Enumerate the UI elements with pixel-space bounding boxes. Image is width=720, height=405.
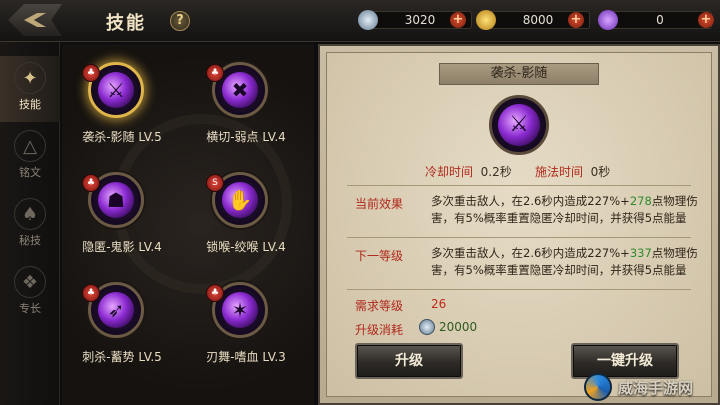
nav-tab-secret[interactable]: ♠ 秘技 [0, 192, 60, 258]
back-button[interactable] [8, 4, 62, 36]
upgrade-cost: 20000 [419, 319, 477, 335]
charged-stab-icon: ➶ [98, 292, 134, 328]
skill-type-badge: S [206, 174, 224, 192]
shadow-strike-icon: ⚔ [498, 104, 540, 146]
skill-slot-4[interactable]: ✋ S 锁喉-绞喉 LV.4 [186, 172, 306, 272]
help-button[interactable]: ? [170, 11, 190, 31]
add-gold-button[interactable]: + [568, 12, 584, 28]
skill-name: 隐匿-鬼影 LV.4 [82, 240, 162, 254]
back-arrow-icon [24, 13, 46, 27]
nav-tab-label: 铭文 [19, 166, 41, 179]
skill-name: 刺杀-蓄势 LV.5 [82, 350, 162, 364]
nav-tab-label: 专长 [19, 302, 41, 315]
watermark-logo-icon [584, 373, 612, 401]
nav-tab-label: 技能 [19, 98, 41, 111]
specialty-icon: ❖ [14, 266, 46, 298]
page-title: 技能 [106, 13, 146, 34]
secret-skill-icon: ♠ [14, 198, 46, 230]
cross-slash-icon: ✖ [222, 72, 258, 108]
blade-dance-icon: ✶ [222, 292, 258, 328]
next-level-text-a: 多次重击敌人，在2.6秒内造成227%+ [431, 246, 630, 260]
site-watermark: 威海手游网 [584, 371, 718, 403]
current-effect-number: 278 [629, 194, 652, 208]
silver-coin-icon [419, 319, 435, 335]
nav-tab-skill[interactable]: ✦ 技能 [0, 56, 60, 122]
cooldown-row: 冷却时间 0.2秒 [425, 163, 512, 180]
skill-name: 刃舞-嗜血 LV.3 [206, 350, 286, 364]
skill-slot-2[interactable]: ✖ ♣ 横切-弱点 LV.4 [186, 62, 306, 162]
silver-coin-icon [358, 10, 378, 30]
required-level-label: 需求等级 [355, 299, 404, 313]
skill-type-badge: ♣ [82, 284, 100, 302]
detail-parchment: 袭杀-影随 ⚔ 冷却时间 0.2秒 施法时间 0秒 当前效果 多次重击敌人，在2… [326, 52, 712, 397]
current-effect-label: 当前效果 [355, 197, 404, 211]
divider [347, 185, 691, 186]
divider [347, 289, 691, 290]
current-effect-text-a: 多次重击敌人，在2.6秒内造成227%+ [431, 194, 630, 208]
cast-row: 施法时间 0秒 [535, 163, 610, 180]
nav-tab-label: 秘技 [19, 234, 41, 247]
add-silver-button[interactable]: + [450, 12, 466, 28]
cooldown-label: 冷却时间 [425, 165, 474, 179]
gold-coin-icon [476, 10, 496, 30]
upgrade-button[interactable]: 升级 [355, 343, 463, 379]
watermark-text: 威海手游网 [618, 378, 694, 397]
upgrade-cost-label: 升级消耗 [355, 323, 404, 337]
skill-name: 锁喉-绞喉 LV.4 [206, 240, 286, 254]
skill-detail-panel: 袭杀-影随 ⚔ 冷却时间 0.2秒 施法时间 0秒 当前效果 多次重击敌人，在2… [318, 44, 720, 405]
gem-value: 0 [608, 11, 712, 29]
skill-type-badge: ♣ [82, 174, 100, 192]
skill-name: 袭杀-影随 LV.5 [82, 130, 162, 144]
ghost-shadow-icon: ☗ [98, 182, 134, 218]
inscription-icon: △ [14, 130, 46, 162]
required-level-value: 26 [431, 297, 447, 311]
skill-type-badge: ♣ [82, 64, 100, 82]
top-bar: 技能 ? 3020 + 8000 + 0 + [0, 0, 720, 42]
shadow-strike-icon: ⚔ [98, 72, 134, 108]
current-effect-text: 多次重击敌人，在2.6秒内造成227%+278点物理伤害，有5%概率重置隐匿冷却… [431, 193, 701, 227]
skill-type-badge: ♣ [206, 284, 224, 302]
detail-skill-title: 袭杀-影随 [439, 63, 599, 85]
cooldown-value: 0.2秒 [480, 165, 512, 179]
left-nav: ✦ 技能 △ 铭文 ♠ 秘技 ❖ 专长 [0, 42, 60, 405]
skill-grid: ⚔ ♣ 袭杀-影随 LV.5 ✖ ♣ 横切-弱点 LV.4 ☗ ♣ 隐匿-鬼影 … [62, 44, 314, 405]
nav-tab-inscription[interactable]: △ 铭文 [0, 124, 60, 190]
chokehold-icon: ✋ [222, 182, 258, 218]
add-gem-button[interactable]: + [698, 12, 714, 28]
cast-value: 0秒 [590, 165, 611, 179]
next-level-label: 下一等级 [355, 249, 404, 263]
skill-type-badge: ♣ [206, 64, 224, 82]
skill-name: 横切-弱点 LV.4 [206, 130, 286, 144]
skill-book-icon: ✦ [14, 62, 46, 94]
divider [347, 237, 691, 238]
next-level-number: 337 [629, 246, 652, 260]
skill-slot-1[interactable]: ⚔ ♣ 袭杀-影随 LV.5 [62, 62, 182, 162]
nav-tab-specialty[interactable]: ❖ 专长 [0, 260, 60, 326]
next-level-text: 多次重击敌人，在2.6秒内造成227%+337点物理伤害，有5%概率重置隐匿冷却… [431, 245, 701, 279]
upgrade-cost-value: 20000 [439, 320, 478, 334]
skill-slot-6[interactable]: ✶ ♣ 刃舞-嗜血 LV.3 [186, 282, 306, 382]
skill-slot-5[interactable]: ➶ ♣ 刺杀-蓄势 LV.5 [62, 282, 182, 382]
detail-skill-icon-frame: ⚔ [489, 95, 549, 155]
skill-slot-3[interactable]: ☗ ♣ 隐匿-鬼影 LV.4 [62, 172, 182, 272]
purple-gem-icon [598, 10, 618, 30]
cast-label: 施法时间 [535, 165, 584, 179]
